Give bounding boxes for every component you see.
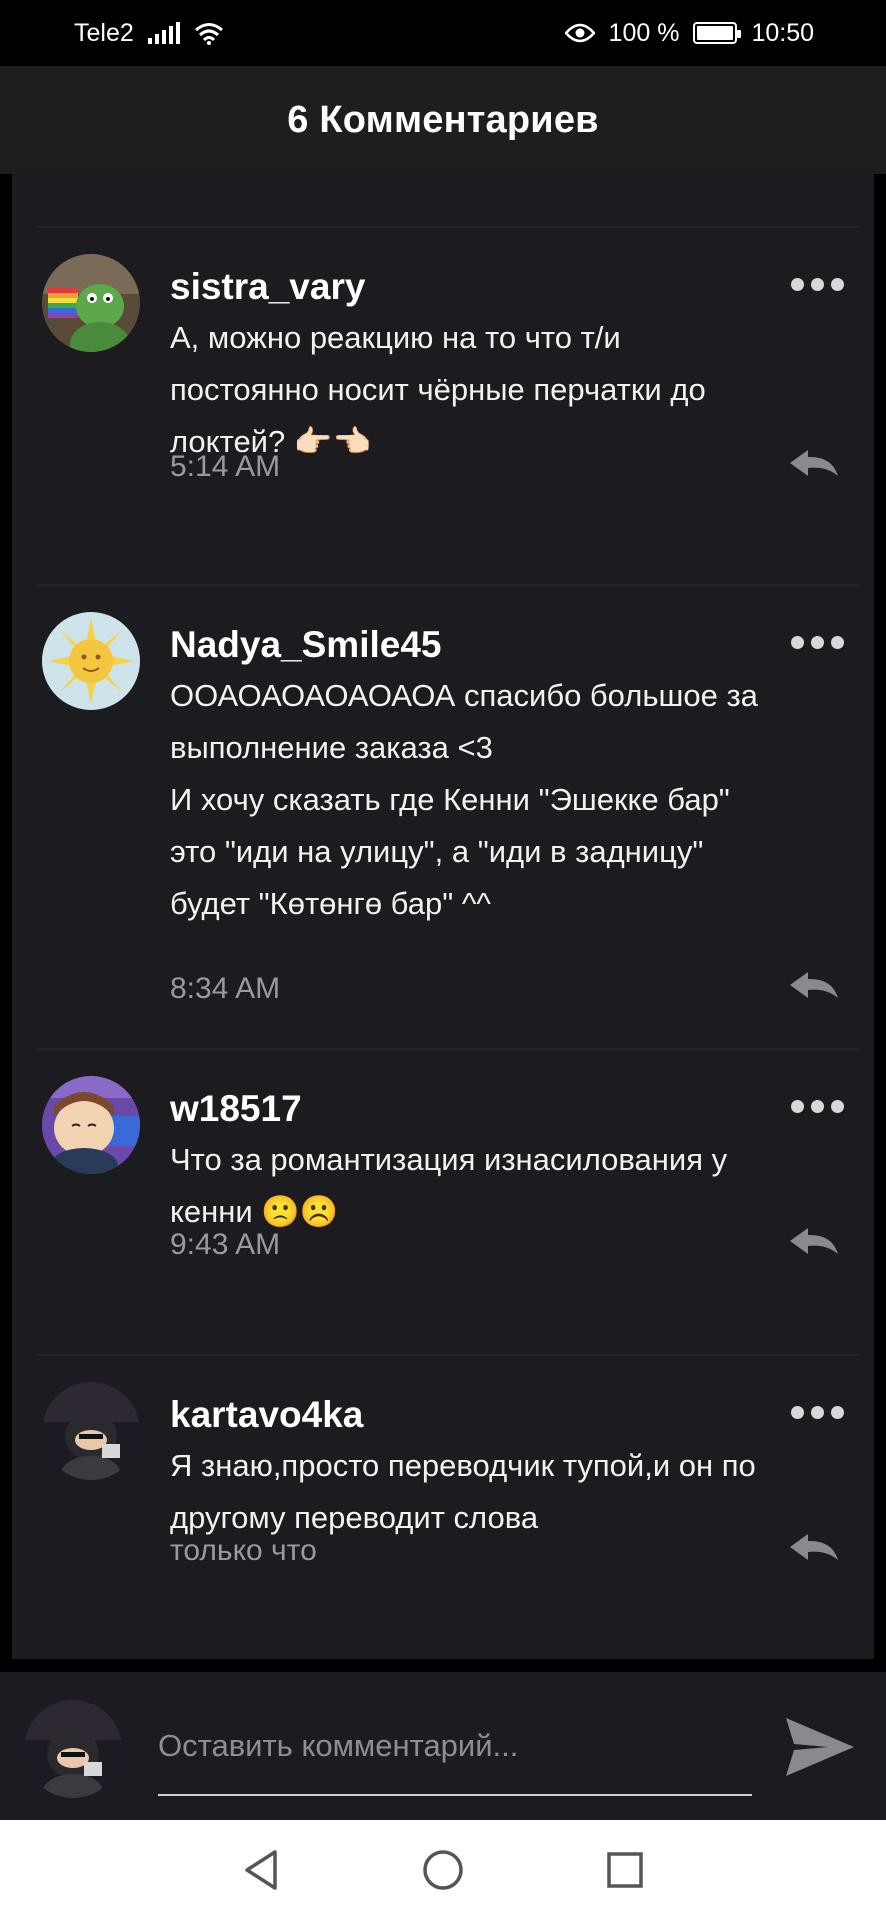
eye-icon: [564, 23, 595, 43]
system-nav-bar: [0, 1820, 886, 1920]
divider: [36, 1048, 860, 1050]
sun-avatar[interactable]: [42, 612, 140, 710]
comment-username[interactable]: sistra_vary: [170, 266, 365, 308]
carrier-label: Tele2: [74, 18, 134, 47]
divider: [36, 226, 860, 228]
comment-text: ООАОАОАОАОАОА спасибо большое за выполне…: [170, 678, 758, 921]
more-options-icon[interactable]: [791, 636, 844, 649]
divider: [36, 1354, 860, 1356]
user-avatar: [24, 1700, 122, 1798]
comment-text: Я знаю,просто переводчик тупой,и он по д…: [170, 1448, 756, 1535]
comment-time: 9:43 AM: [170, 1228, 281, 1261]
battery-percent: 100 %: [608, 18, 680, 47]
comment-time: только что: [170, 1534, 317, 1567]
reply-icon[interactable]: [788, 1226, 840, 1256]
reply-icon[interactable]: [788, 970, 840, 1000]
comments-list[interactable]: sistra_vary А, можно реакцию на то что т…: [12, 174, 874, 1659]
comment-input[interactable]: Оставить комментарий...: [158, 1728, 518, 1764]
page-title: 6 Комментариев: [287, 98, 599, 141]
more-options-icon[interactable]: [791, 1100, 844, 1113]
comment-time: 5:14 AM: [170, 450, 281, 483]
wifi-icon: [194, 23, 223, 45]
comment-username[interactable]: Nadya_Smile45: [170, 624, 442, 666]
comment-username[interactable]: w18517: [170, 1088, 302, 1130]
battery-icon: [693, 22, 742, 44]
divider: [36, 584, 860, 586]
comments-header: 6 Комментариев: [0, 66, 886, 174]
signal-icon: [147, 22, 180, 44]
cartoon-avatar[interactable]: [42, 1076, 140, 1174]
comment-time: 8:34 AM: [170, 972, 281, 1005]
more-options-icon[interactable]: [791, 1406, 844, 1419]
back-icon[interactable]: [241, 1848, 281, 1892]
dark-cartoon-avatar[interactable]: [42, 1382, 140, 1480]
kermit-avatar[interactable]: [42, 254, 140, 352]
comment-text: Что за романтизация изнасилования у кенн…: [170, 1142, 728, 1229]
clock: 10:50: [751, 18, 814, 47]
comment-username[interactable]: kartavo4ka: [170, 1394, 363, 1436]
home-icon[interactable]: [421, 1848, 465, 1892]
send-icon[interactable]: [784, 1714, 856, 1780]
reply-icon[interactable]: [788, 1532, 840, 1562]
more-options-icon[interactable]: [791, 278, 844, 291]
recents-icon[interactable]: [605, 1850, 645, 1890]
status-bar: Tele2 100 % 10:50: [0, 0, 886, 66]
input-underline: [158, 1794, 752, 1796]
reply-icon[interactable]: [788, 448, 840, 478]
comment-text: А, можно реакцию на то что т/и постоянно…: [170, 320, 706, 459]
comment-input-bar: Оставить комментарий...: [0, 1672, 886, 1820]
